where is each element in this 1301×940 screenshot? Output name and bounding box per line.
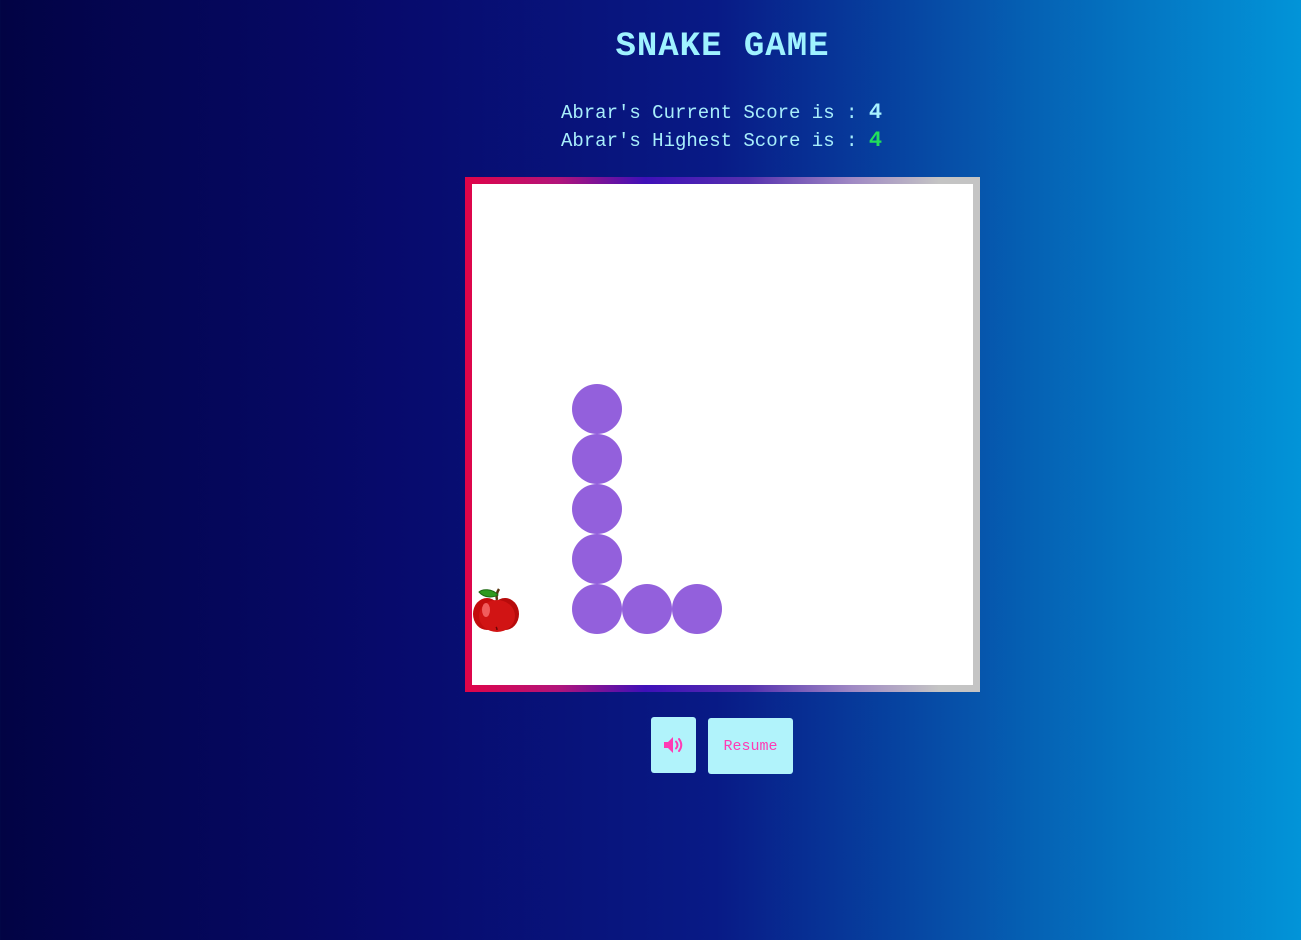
score-panel: Abrar's Current Score is : 4 Abrar's Hig… [0,99,1301,155]
sound-toggle-button[interactable] [651,717,696,773]
highest-score-value: 4 [868,128,883,153]
highest-score-label: Abrar's Highest Score is : [560,130,869,152]
current-score-label: Abrar's Current Score is : [560,102,869,124]
resume-button[interactable]: Resume [708,718,793,774]
current-score-value: 4 [868,100,883,125]
current-score-line: Abrar's Current Score is : 4 [0,99,1301,127]
snake-segment [572,434,622,484]
game-board[interactable] [472,184,973,685]
speaker-volume-icon [663,737,682,753]
snake-segment [572,534,622,584]
snake-segment [572,584,622,634]
snake-head [572,384,622,434]
snake-segment [672,584,722,634]
highest-score-line: Abrar's Highest Score is : 4 [0,127,1301,155]
snake-segment [622,584,672,634]
snake-segment [572,484,622,534]
apple-icon [473,588,519,632]
game-title: SNAKE GAME [615,28,830,66]
